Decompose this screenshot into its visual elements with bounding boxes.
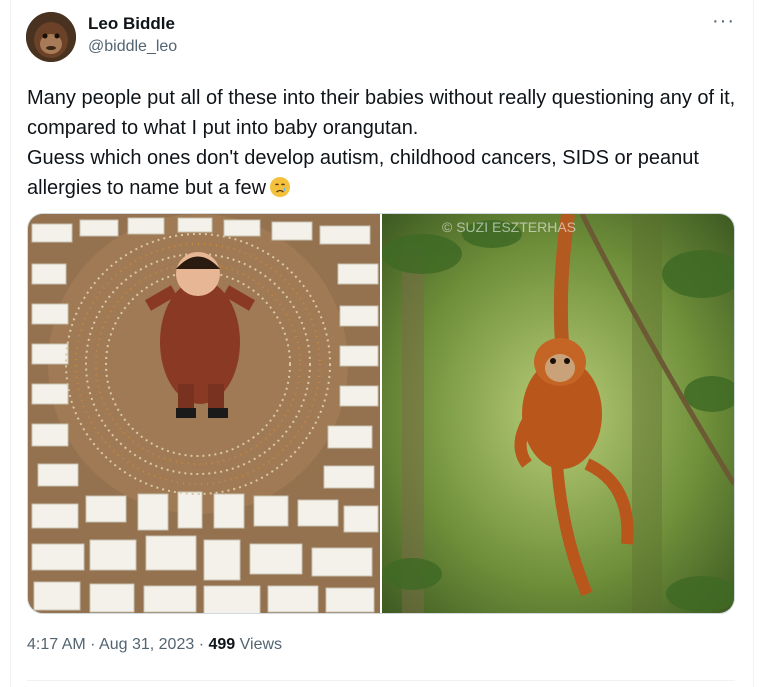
divider: [27, 680, 735, 681]
avatar[interactable]: [26, 12, 76, 62]
tweet-line-2: Guess which ones don't develop autism, c…: [27, 143, 742, 203]
meta-separator: ·: [198, 636, 205, 653]
views-count: 499: [208, 636, 236, 653]
author-name[interactable]: Leo Biddle: [88, 14, 175, 34]
tweet-date[interactable]: Aug 31, 2023: [99, 636, 194, 653]
baby-medications-photo[interactable]: [28, 214, 380, 613]
tweet-line-2-text: Guess which ones don't develop autism, c…: [27, 147, 699, 199]
tweet-time[interactable]: 4:17 AM: [27, 636, 86, 653]
media-grid[interactable]: © SUZI ESZTERHAS: [27, 213, 735, 614]
meta-separator: ·: [90, 636, 96, 653]
watermark-text: © SUZI ESZTERHAS: [442, 219, 576, 235]
tweet-text: Many people put all of these into their …: [27, 83, 742, 203]
more-options-icon[interactable]: ···: [712, 10, 735, 33]
tweet-line-1: Many people put all of these into their …: [27, 87, 736, 139]
tweet-meta: 4:17 AM · Aug 31, 2023 · 499 Views: [27, 636, 282, 654]
author-handle[interactable]: @biddle_leo: [88, 38, 177, 56]
views-label: Views: [239, 636, 283, 653]
crying-face-emoji-icon: [269, 176, 291, 198]
baby-orangutan-photo[interactable]: © SUZI ESZTERHAS: [382, 214, 734, 613]
